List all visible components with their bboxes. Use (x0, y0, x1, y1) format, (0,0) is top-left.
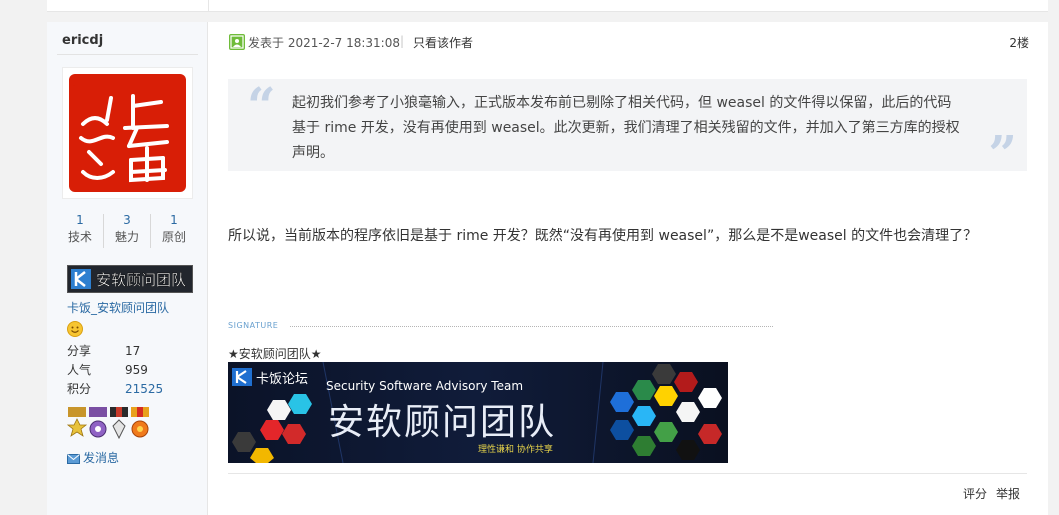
author-name-divider (57, 54, 198, 55)
header-separator: | (400, 34, 405, 48)
quote-text: 起初我们参考了小狼毫输入，正式版本发布前已剔除了相关代码，但 weasel 的文… (292, 95, 960, 161)
post-footer-divider (228, 473, 1027, 474)
close-quote-icon: ” (988, 124, 1017, 183)
signature-label: SIGNATURE (228, 321, 279, 330)
medal-icon (131, 407, 149, 438)
post-main: 发表于 2021-2-7 18:31:08 | 只看该作者 2楼 “ 起初我们参… (209, 22, 1048, 515)
medal-icon (89, 407, 107, 438)
banner-chinese-title: 安软顾问团队 (328, 402, 556, 443)
banner-brand: 卡饭论坛 (256, 372, 308, 387)
previous-post-card (47, 0, 1048, 12)
author-stats: 1 技术 3 魅力 1 原创 (57, 212, 198, 250)
online-status-icon (229, 34, 245, 50)
smile-icon (67, 321, 83, 341)
team-badge: 安软顾问团队 (67, 265, 193, 293)
info-popularity-value: 959 (125, 363, 148, 377)
only-author-link[interactable]: 只看该作者 (413, 34, 473, 51)
banner-english-title: Security Software Advisory Team (326, 379, 523, 393)
info-share-value: 17 (125, 344, 141, 358)
stat-original[interactable]: 1 原创 (151, 212, 197, 246)
signature-dotted-line (290, 326, 773, 327)
info-points-value[interactable]: 21525 (125, 380, 163, 399)
stat-charm-value: 3 (123, 213, 131, 227)
open-quote-icon: “ (247, 76, 276, 135)
report-button[interactable]: 举报 (996, 485, 1020, 502)
info-points-label: 积分 (67, 382, 92, 396)
info-share-label: 分享 (67, 344, 92, 358)
stat-original-label: 原创 (161, 230, 186, 244)
previous-post-divider (208, 0, 209, 12)
send-message-label: 发消息 (83, 451, 120, 465)
avatar[interactable]: 长善 (62, 67, 193, 199)
medal-icon (110, 407, 128, 440)
author-sidebar: ericdj 长善 1 技术 3 魅力 1 原创 安软顾问团队 卡饭_安软顾问团… (47, 22, 208, 515)
medal-icon (66, 407, 88, 437)
author-name[interactable]: ericdj (62, 33, 103, 48)
team-badge-text: 安软顾问团队 (96, 271, 186, 289)
rate-button[interactable]: 评分 (963, 485, 987, 502)
stat-tech[interactable]: 1 技术 (57, 212, 103, 246)
post-body: 所以说，当前版本的程序依旧是基于 rime 开发？既然“没有再使用到 wease… (228, 228, 978, 244)
user-group-link[interactable]: 卡饭_安软顾问团队 (67, 299, 169, 316)
post-header: 发表于 2021-2-7 18:31:08 | 只看该作者 2楼 (229, 34, 1029, 50)
info-popularity-label: 人气 (67, 363, 92, 377)
post-timestamp: 发表于 2021-2-7 18:31:08 (248, 36, 400, 50)
envelope-icon (67, 453, 80, 467)
stat-tech-label: 技术 (67, 230, 92, 244)
signature-team-text: ★安软顾问团队★ (228, 347, 322, 361)
medal-list (66, 407, 149, 445)
banner-slogan: 理性谦和 协作共享 (478, 443, 553, 455)
signature-banner[interactable]: 卡饭论坛 Security Software Advisory Team 安软顾… (228, 362, 728, 463)
seal-avatar-image: 长善 (69, 74, 186, 192)
stat-tech-value: 1 (76, 213, 84, 227)
kafan-logo-icon (232, 368, 252, 386)
floor-number[interactable]: 2楼 (1009, 34, 1029, 51)
send-message-link[interactable]: 发消息 (67, 449, 119, 467)
stat-charm-label: 魅力 (114, 230, 139, 244)
stat-charm[interactable]: 3 魅力 (104, 212, 150, 246)
quote-block: “ 起初我们参考了小狼毫输入，正式版本发布前已剔除了相关代码，但 weasel … (228, 76, 1027, 179)
stat-original-value: 1 (170, 213, 178, 227)
forum-post: ericdj 长善 1 技术 3 魅力 1 原创 安软顾问团队 卡饭_安软顾问团… (47, 22, 1048, 515)
signature-divider: SIGNATURE (228, 320, 773, 332)
